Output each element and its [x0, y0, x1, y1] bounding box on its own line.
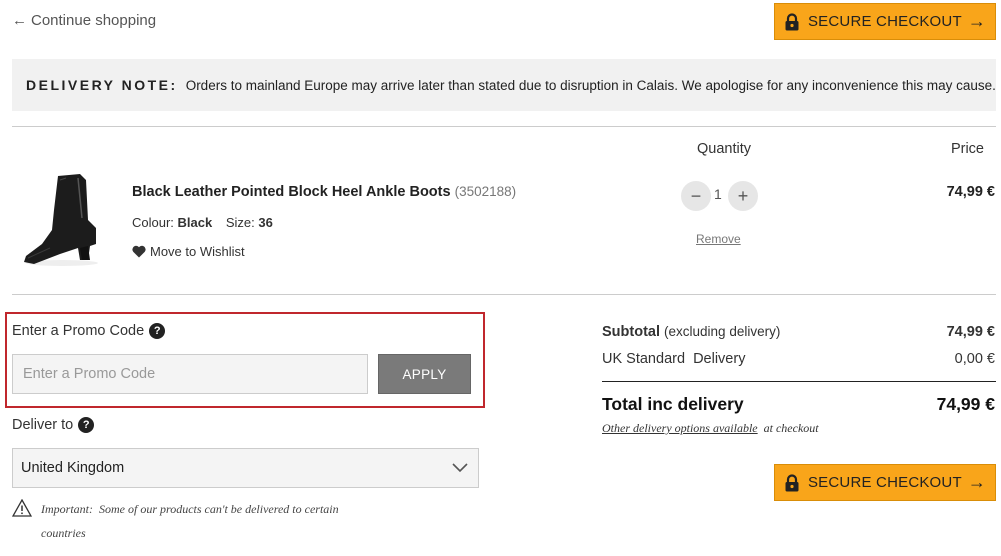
plus-icon: + — [737, 185, 749, 206]
help-icon[interactable]: ? — [149, 323, 166, 339]
promo-code-label: Enter a Promo Code — [12, 323, 145, 339]
country-selected-value: United Kingdom — [21, 460, 125, 476]
lock-icon — [784, 473, 800, 492]
secure-checkout-label: SECURE CHECKOUT — [807, 474, 962, 491]
colour-value: Black — [177, 215, 213, 230]
divider-middle — [12, 294, 996, 295]
secure-checkout-button-top[interactable]: SECURE CHECKOUT → — [774, 3, 996, 40]
quantity-column-header: Quantity — [697, 141, 751, 157]
other-delivery-options-link[interactable]: Other delivery options available — [602, 421, 758, 435]
arrow-right-icon: → — [967, 11, 987, 31]
heart-icon — [132, 245, 146, 258]
subtotal-row: Subtotal (excluding delivery) 74,99 € — [602, 324, 995, 340]
delivery-label: UK Standard Delivery — [602, 351, 746, 367]
total-row: Total inc delivery 74,99 € — [602, 394, 995, 415]
product-name[interactable]: Black Leather Pointed Block Heel Ankle B… — [132, 184, 516, 200]
apply-promo-button[interactable]: APPLY — [378, 354, 471, 394]
increase-quantity-button[interactable]: + — [728, 181, 758, 211]
divider-top — [12, 126, 996, 127]
colour-label: Colour: — [132, 215, 174, 230]
item-price: 74,99 € — [946, 184, 995, 200]
important-note: Important: Some of our products can't be… — [12, 497, 372, 545]
promo-code-input[interactable] — [12, 354, 368, 394]
product-attributes: Colour: Black Size: 36 — [132, 215, 283, 230]
deliver-to-heading: Deliver to ? — [12, 417, 95, 433]
product-name-label: Black Leather Pointed Block Heel Ankle B… — [132, 184, 451, 200]
arrow-right-icon: → — [967, 472, 987, 492]
help-icon[interactable]: ? — [78, 417, 95, 433]
delivery-note-title: DELIVERY NOTE: — [26, 77, 178, 93]
move-to-wishlist-link[interactable]: Move to Wishlist — [132, 244, 245, 259]
product-image[interactable] — [20, 170, 102, 270]
arrow-left-icon: ← — [12, 12, 27, 29]
subtotal-value: 74,99 € — [946, 324, 995, 340]
quantity-value: 1 — [714, 186, 722, 202]
important-label: Important: — [41, 502, 93, 516]
subtotal-label: Subtotal — [602, 324, 660, 340]
continue-shopping-label: Continue shopping — [31, 12, 157, 29]
product-code: (3502188) — [454, 184, 517, 199]
secure-checkout-button-bottom[interactable]: SECURE CHECKOUT → — [774, 464, 996, 501]
deliver-to-label: Deliver to — [12, 417, 74, 433]
wishlist-label: Move to Wishlist — [150, 244, 245, 259]
minus-icon: − — [690, 185, 702, 206]
total-value: 74,99 € — [936, 394, 995, 414]
secure-checkout-label: SECURE CHECKOUT — [807, 13, 962, 30]
other-delivery-options: Other delivery options available at chec… — [602, 421, 819, 436]
other-delivery-suffix: at checkout — [763, 421, 819, 435]
promo-code-heading: Enter a Promo Code ? — [12, 323, 166, 339]
size-value: 36 — [258, 215, 273, 230]
price-column-header: Price — [950, 141, 984, 157]
continue-shopping-link[interactable]: ← Continue shopping — [12, 12, 156, 29]
country-select[interactable]: United Kingdom — [12, 448, 479, 488]
total-label: Total inc delivery — [602, 394, 744, 414]
subtotal-note: (excluding delivery) — [664, 324, 781, 339]
delivery-note-banner: DELIVERY NOTE: Orders to mainland Europe… — [12, 59, 996, 111]
delivery-row: UK Standard Delivery 0,00 € — [602, 351, 995, 367]
remove-item-link[interactable]: Remove — [696, 232, 741, 246]
decrease-quantity-button[interactable]: − — [681, 181, 711, 211]
delivery-value: 0,00 € — [954, 351, 995, 367]
chevron-down-icon — [452, 463, 468, 473]
warning-icon — [12, 499, 32, 517]
lock-icon — [784, 12, 800, 31]
size-label: Size: — [225, 215, 255, 230]
summary-divider — [602, 381, 996, 382]
delivery-note-text: Orders to mainland Europe may arrive lat… — [185, 77, 996, 93]
